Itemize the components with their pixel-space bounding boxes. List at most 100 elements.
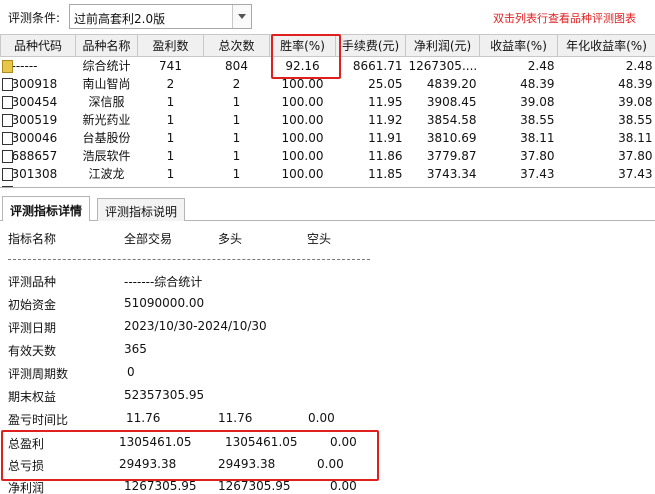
- code-text: 300918: [11, 76, 58, 91]
- cell-code: ------: [0, 56, 76, 75]
- metric-label: 净利润: [8, 481, 45, 494]
- cell-annual-return: 37.43: [618, 166, 653, 181]
- table-row[interactable]: 300046 台基股份 1 1 100.00 11.91 3810.69 38.11 38.11: [1, 129, 655, 147]
- condition-select[interactable]: 过前高套利2.0版: [69, 4, 252, 29]
- cell-total: 804: [203, 56, 270, 75]
- table-row[interactable]: [1, 183, 655, 188]
- cell-fee: 11.91: [368, 130, 403, 145]
- document-icon: [1, 185, 13, 187]
- header-all-trades: 全部交易: [124, 232, 173, 246]
- metric-value-all: 2023/10/30-2024/10/30: [124, 319, 267, 333]
- metric-value-short: 0.00: [330, 479, 357, 493]
- cell-return: 37.80: [520, 148, 555, 163]
- cell-profit: [406, 183, 480, 188]
- table-row[interactable]: 300519 新光药业 1 1 100.00 11.92 3854.58 38.55 38.55: [1, 111, 655, 129]
- code-text: 301308: [11, 166, 58, 181]
- cell-fee: 11.86: [368, 148, 403, 163]
- cell-total: [204, 183, 270, 188]
- metric-value-long: 11.76: [218, 411, 253, 425]
- cell-fee: 8661.71: [335, 56, 406, 75]
- metric-value-all: -------综合统计: [124, 275, 203, 289]
- metric-label: 期末权益: [8, 390, 57, 404]
- cell-fee: 25.05: [368, 76, 403, 91]
- column-header-return[interactable]: 收益率(%): [479, 34, 558, 57]
- cell-code: 301308: [1, 165, 76, 183]
- condition-label: 评测条件:: [8, 11, 61, 25]
- cell-annual-return: [558, 183, 655, 188]
- cell-return: 39.08: [520, 94, 555, 109]
- combo-dropdown-button[interactable]: [232, 5, 251, 28]
- hint-text: 双击列表行查看品种评测图表: [493, 12, 636, 25]
- column-header-code[interactable]: 品种代码: [0, 34, 76, 57]
- metric-value-all: 52357305.95: [124, 388, 205, 402]
- tab-metrics-detail[interactable]: 评测指标详情: [2, 196, 91, 221]
- detail-tabs: 评测指标详情 评测指标说明: [0, 196, 655, 221]
- cell-name: [76, 183, 138, 188]
- code-text: ------: [11, 58, 38, 73]
- column-header-profit[interactable]: 净利润(元): [405, 34, 480, 57]
- cell-fee: 11.92: [368, 112, 403, 127]
- condition-value: 过前高套利2.0版: [74, 12, 166, 26]
- cell-profit: 3908.45: [426, 94, 477, 109]
- column-header-name[interactable]: 品种名称: [75, 34, 138, 57]
- cell-wins: 1: [166, 112, 175, 127]
- metric-label: 评测日期: [8, 321, 57, 335]
- folder-icon: [1, 60, 13, 73]
- cell-winrate: [270, 183, 336, 188]
- cell-profit: 3743.34: [426, 166, 477, 181]
- header-long: 多头: [218, 232, 243, 246]
- column-header-fee[interactable]: 手续费(元): [335, 34, 406, 57]
- cell-annual-return: 39.08: [618, 94, 653, 109]
- cell-annual-return: 38.55: [618, 112, 653, 127]
- document-icon: [1, 131, 13, 145]
- metric-label: 盈亏时间比: [8, 413, 69, 427]
- cell-total: 1: [232, 148, 241, 163]
- table-row[interactable]: 688657 浩辰软件 1 1 100.00 11.86 3779.87 37.80 37.80: [1, 147, 655, 165]
- cell-wins: 1: [166, 94, 175, 109]
- cell-winrate: 100.00: [281, 166, 324, 181]
- cell-code: 300918: [1, 75, 76, 93]
- cell-name: 浩辰软件: [82, 149, 131, 163]
- metric-value-all: 0: [127, 365, 135, 379]
- column-header-total[interactable]: 总次数: [203, 34, 270, 57]
- cell-wins: 1: [166, 130, 175, 145]
- header-short: 空头: [307, 232, 332, 246]
- cell-profit: 3779.87: [426, 148, 477, 163]
- header-metric-name: 指标名称: [8, 232, 57, 246]
- cell-annual-return: 38.11: [618, 130, 653, 145]
- cell-profit: 1267305....: [405, 56, 480, 75]
- metric-label: 有效天数: [8, 344, 57, 358]
- code-text: 300046: [11, 130, 58, 145]
- code-text: 300519: [11, 112, 58, 127]
- profit-loss-highlight-box: [1, 430, 379, 481]
- table-row[interactable]: 301308 江波龙 1 1 100.00 11.85 3743.34 37.43 37.43: [1, 165, 655, 183]
- metric-value-all: 365: [124, 342, 147, 356]
- cell-total: 1: [232, 130, 241, 145]
- cell-name: 新光药业: [82, 113, 131, 127]
- metric-value-all: 11.76: [126, 411, 161, 425]
- cell-wins: 2: [166, 76, 175, 91]
- document-icon: [1, 95, 13, 109]
- document-icon: [1, 113, 13, 127]
- cell-return: 37.43: [520, 166, 555, 181]
- cell-fee: 11.95: [368, 94, 403, 109]
- cell-code: 300046: [1, 129, 76, 147]
- metric-value-all: 1267305.95: [124, 479, 197, 493]
- cell-winrate: 100.00: [281, 130, 324, 145]
- cell-code: 300519: [1, 111, 76, 129]
- cell-fee: 11.85: [368, 166, 403, 181]
- tab-metrics-explanation[interactable]: 评测指标说明: [97, 198, 186, 221]
- cell-total: 1: [232, 112, 241, 127]
- cell-total: 1: [232, 166, 241, 181]
- column-header-annual-return[interactable]: 年化收益率(%): [557, 34, 655, 57]
- cell-profit: 3810.69: [426, 130, 477, 145]
- cell-profit: 4839.20: [426, 76, 477, 91]
- cell-name: 综合统计: [75, 56, 138, 75]
- cell-annual-return: 37.80: [618, 148, 653, 163]
- cell-winrate: 100.00: [281, 148, 324, 163]
- chevron-down-icon: [238, 14, 246, 19]
- cell-total: 1: [232, 94, 241, 109]
- table-row[interactable]: 300454 深信服 1 1 100.00 11.95 3908.45 39.08 39.08: [1, 93, 655, 111]
- cell-code: 300454: [1, 93, 76, 111]
- column-header-wins[interactable]: 盈利数: [137, 34, 204, 57]
